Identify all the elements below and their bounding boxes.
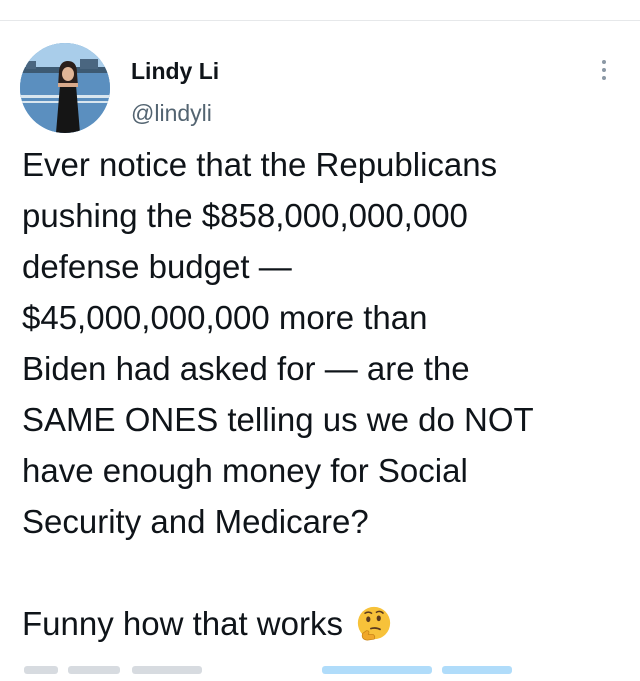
tweet-meta-cropped — [22, 661, 622, 681]
thinking-face-icon — [357, 606, 391, 641]
tweet: Lindy Li @lindyli Ever notice that the R… — [0, 21, 640, 674]
tweet-line: pushing the $858,000,000,000 — [22, 197, 468, 234]
more-options-dot — [602, 76, 606, 80]
tweet-text: Ever notice that the Republicans pushing… — [22, 139, 632, 649]
author-name[interactable]: Lindy Li — [131, 57, 219, 85]
tweet-closing-line: Funny how that works — [22, 598, 632, 649]
meta-fragment-link — [442, 666, 512, 674]
more-options-dot — [602, 68, 606, 72]
more-options-icon — [602, 60, 606, 64]
meta-fragment — [24, 666, 58, 674]
tweet-line: SAME ONES telling us we do NOT — [22, 401, 534, 438]
tweet-line: Biden had asked for — are the — [22, 350, 470, 387]
avatar-photo — [20, 43, 110, 133]
meta-fragment — [68, 666, 120, 674]
author-handle[interactable]: @lindyli — [131, 99, 212, 127]
avatar[interactable] — [20, 43, 110, 133]
tweet-line: Ever notice that the Republicans — [22, 146, 498, 183]
meta-fragment — [132, 666, 202, 674]
tweet-line: defense budget — — [22, 248, 292, 285]
tweet-closing-text: Funny how that works — [22, 605, 343, 642]
meta-fragment-link — [322, 666, 432, 674]
tweet-line: $45,000,000,000 more than — [22, 299, 428, 336]
tweet-line: Security and Medicare? — [22, 503, 369, 540]
tweet-line: have enough money for Social — [22, 452, 468, 489]
more-options-button[interactable] — [590, 55, 618, 85]
